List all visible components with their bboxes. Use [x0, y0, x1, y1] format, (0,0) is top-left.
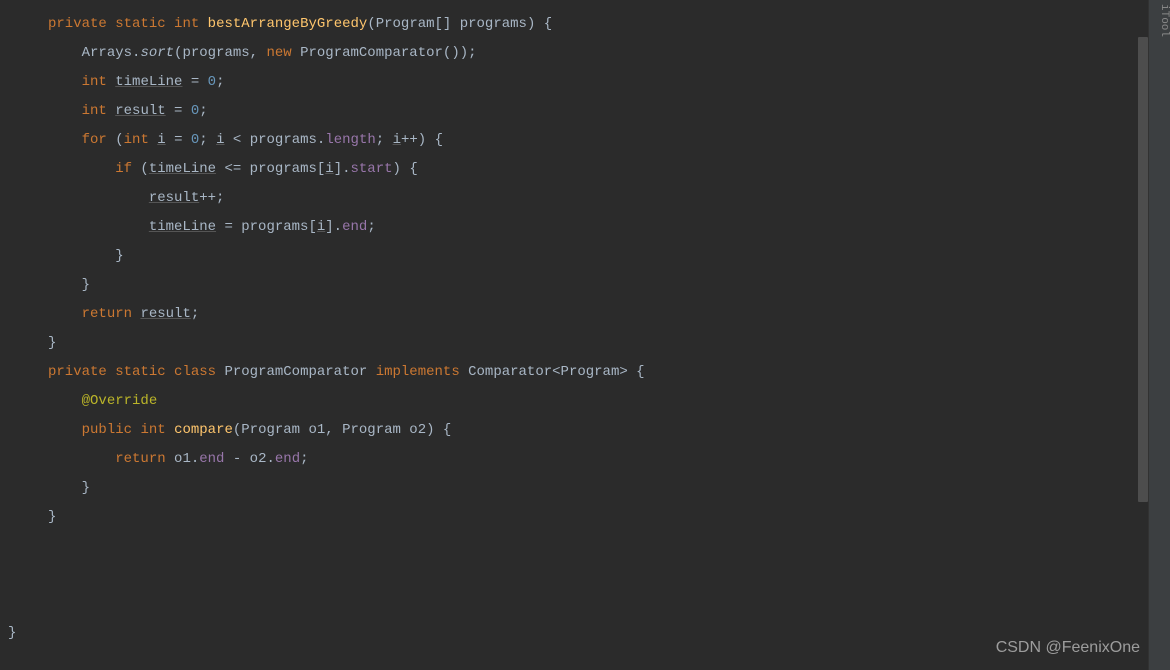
code-line[interactable]: Arrays.sort(programs, new ProgramCompara… — [48, 39, 1170, 68]
code-line[interactable]: } — [48, 271, 1170, 300]
code-line[interactable]: private static int bestArrangeByGreedy(P… — [48, 10, 1170, 39]
code-editor[interactable]: private static int bestArrangeByGreedy(P… — [0, 0, 1170, 532]
side-tool-panel[interactable]: iTool — [1148, 0, 1170, 670]
code-line[interactable]: public int compare(Program o1, Program o… — [48, 416, 1170, 445]
code-line[interactable]: } — [48, 474, 1170, 503]
code-line[interactable]: } — [8, 619, 16, 648]
side-tool-label: iTool — [1149, 0, 1170, 37]
code-line[interactable]: private static class ProgramComparator i… — [48, 358, 1170, 387]
code-line[interactable]: return result; — [48, 300, 1170, 329]
code-line[interactable]: for (int i = 0; i < programs.length; i++… — [48, 126, 1170, 155]
code-line[interactable]: return o1.end - o2.end; — [48, 445, 1170, 474]
code-line[interactable]: if (timeLine <= programs[i].start) { — [48, 155, 1170, 184]
code-line[interactable]: } — [48, 329, 1170, 358]
code-line[interactable]: timeLine = programs[i].end; — [48, 213, 1170, 242]
code-line[interactable]: @Override — [48, 387, 1170, 416]
code-line[interactable]: int timeLine = 0; — [48, 68, 1170, 97]
watermark: CSDN @FeenixOne — [996, 633, 1140, 662]
code-line[interactable]: result++; — [48, 184, 1170, 213]
scrollbar-thumb[interactable] — [1138, 37, 1148, 502]
code-line[interactable]: } — [48, 503, 1170, 532]
code-line[interactable]: int result = 0; — [48, 97, 1170, 126]
code-line[interactable]: } — [48, 242, 1170, 271]
